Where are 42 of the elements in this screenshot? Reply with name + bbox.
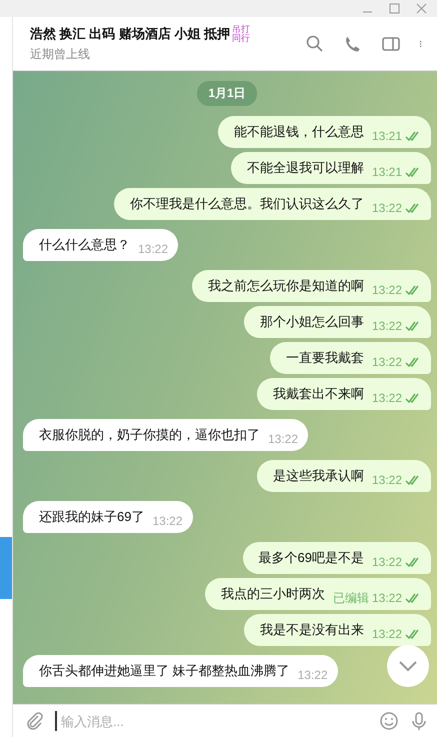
chat-title: 浩然 换汇 出码 赌场酒店 小姐 抵押 (30, 24, 230, 42)
message-time: 13:22 (268, 432, 298, 446)
message-time: 13:22 (138, 242, 168, 256)
date-separator: 1月1日 (197, 81, 257, 106)
message-time: 13:22 (298, 668, 328, 682)
message-text: 我戴套出不来啊 (272, 385, 364, 403)
message-time: 13:21 (372, 165, 402, 179)
message-time: 13:22 (372, 319, 402, 333)
message-time: 13:21 (372, 129, 402, 143)
message-time: 13:22 (372, 555, 402, 569)
message-text: 能不能退钱，什么意思 (234, 123, 364, 141)
message-text: 不能全退我可以理解 (246, 159, 364, 177)
message-text: 你不理我是什么意思。我们认识这么久了 (130, 195, 364, 213)
message-time: 13:22 (372, 201, 402, 215)
message-text: 最多个69吧是不是 (258, 549, 364, 567)
message-text: 一直要我戴套 (286, 349, 364, 367)
close-icon[interactable] (416, 3, 427, 14)
chevron-down-icon (398, 660, 418, 672)
message-text: 是这些我承认啊 (272, 467, 364, 485)
message-time: 13:22 (372, 591, 402, 605)
scroll-down-button[interactable] (387, 645, 429, 687)
paperclip-icon[interactable] (25, 711, 45, 731)
message-time: 13:22 (152, 514, 182, 528)
message-text: 衣服你脱的，奶子你摸的，逼你也扣了 (39, 426, 260, 444)
title-tag: 吊打同行 (232, 24, 251, 42)
message-text: 什么什么意思？ (39, 236, 130, 254)
message-text: 还跟我的妹子69了 (39, 508, 144, 526)
message-time: 13:22 (372, 355, 402, 369)
message-time: 13:22 (372, 473, 402, 487)
maximize-icon[interactable] (389, 3, 400, 14)
message-text: 你舌头都伸进她逼里了 妹子都整热血沸腾了 (39, 662, 290, 680)
search-icon[interactable] (305, 34, 325, 54)
message-time: 13:22 (372, 627, 402, 641)
message-text: 我点的三小时两次 (220, 585, 325, 603)
message-time: 13:22 (372, 283, 402, 297)
emoji-icon[interactable] (379, 711, 399, 731)
message-time: 13:22 (372, 391, 402, 405)
edited-label: 已编辑 (332, 590, 369, 606)
message-text: 我是不是没有出来 (260, 621, 364, 639)
last-seen-status: 近期曾上线 (30, 46, 91, 62)
message-text: 那个小姐怎么回事 (260, 313, 364, 331)
message-text: 我之前怎么玩你是知道的啊 (208, 277, 364, 295)
